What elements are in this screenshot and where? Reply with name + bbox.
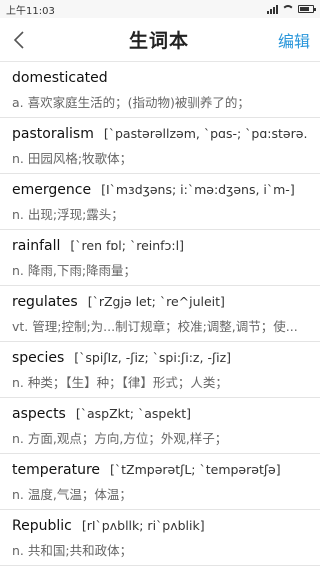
battery-icon [298,5,316,13]
word-list-item[interactable]: emergence [I`mɜdʒəns; i:`mə:dʒəns, i`m-] n… [0,174,320,230]
word-list-item[interactable]: aspects [`aspZkt; `aspekt] n. 方面,观点；方向,方位；… [0,398,320,454]
word-line: pastoralism [`pastərəllzəm, `pɑs-; `pɑ:st… [12,126,308,142]
status-time: 上午11:03 [6,5,55,17]
word-text: emergence [12,182,92,198]
word-definition: n. 出现;浮现;露头； [12,207,124,222]
chevron-left-icon [13,30,24,49]
word-text: domesticated [12,70,108,86]
word-phonetic: [`rZgjə let; `re^juleit] [87,294,225,309]
word-phonetic: [`aspZkt; `aspekt] [75,406,192,421]
word-text: pastoralism [12,126,94,142]
wifi-icon [283,5,293,13]
word-phonetic: [`ren fɒl; `reinfɔ:l] [70,238,184,253]
word-definition: n. 种类；【生】种；【律】形式；人类； [12,375,228,390]
word-definition: n. 田园风格;牧歌体； [12,151,133,166]
word-text: Republic [12,518,72,534]
word-list-item[interactable]: domesticated a. 喜欢家庭生活的；(指动物)被驯养了的； [0,62,320,118]
word-line: temperature [`tZmpərətʃL; `tempərətʃə] [12,462,308,478]
word-line: aspects [`aspZkt; `aspekt] [12,406,308,422]
word-text: regulates [12,294,78,310]
word-text: temperature [12,462,100,478]
word-phonetic: [`tZmpərətʃL; `tempərətʃə] [110,462,281,477]
word-definition: vt. 管理;控制;为...制订规章；校准;调整,调节；使... [12,319,298,334]
word-list-item[interactable]: regulates [`rZgjə let; `re^juleit] vt. 管理;… [0,286,320,342]
edit-button[interactable]: 编辑 [278,28,310,52]
word-phonetic: [`spiʃIz, -ʃiz; `spi:ʃi:z, -ʃiz] [74,350,232,365]
signal-icon [267,4,278,14]
word-phonetic: [rI`pʌbllk; ri`pʌblik] [81,518,205,533]
word-list-item[interactable]: rainfall [`ren fɒl; `reinfɔ:l] n. 降雨,下雨;降雨… [0,230,320,286]
word-list-item[interactable]: pastoralism [`pastərəllzəm, `pɑs-; `pɑ:st… [0,118,320,174]
word-text: aspects [12,406,66,422]
word-phonetic: [`pastərəllzəm, `pɑs-; `pɑ:stərə. [103,126,308,141]
status-bar: 上午11:03 [0,0,320,18]
top-bar: 生词本 编辑 [0,18,320,62]
status-icons [267,4,316,14]
page-title: 生词本 [128,30,189,52]
word-line: Republic [rI`pʌbllk; ri`pʌblik] [12,518,308,534]
word-line: emergence [I`mɜdʒəns; i:`mə:dʒəns, i`m-] [12,182,308,198]
word-definition: n. 温度,气温；体温； [12,487,132,502]
word-line: species [`spiʃIz, -ʃiz; `spi:ʃi:z, -ʃiz] [12,350,308,366]
word-list-item[interactable]: species [`spiʃIz, -ʃiz; `spi:ʃi:z, -ʃiz] n… [0,342,320,398]
word-text: species [12,350,65,366]
word-definition: n. 方面,观点；方向,方位；外观,样子； [12,431,228,446]
word-phonetic: [I`mɜdʒəns; i:`mə:dʒəns, i`m-] [101,182,295,197]
word-list: domesticated a. 喜欢家庭生活的；(指动物)被驯养了的； pastor… [0,62,320,566]
back-button[interactable] [12,26,40,54]
word-line: domesticated [12,70,308,86]
word-definition: a. 喜欢家庭生活的；(指动物)被驯养了的； [12,95,250,110]
word-text: rainfall [12,238,61,254]
word-definition: n. 共和国;共和政体； [12,543,133,558]
word-line: regulates [`rZgjə let; `re^juleit] [12,294,308,310]
word-definition: n. 降雨,下雨;降雨量； [12,263,137,278]
word-line: rainfall [`ren fɒl; `reinfɔ:l] [12,238,308,254]
word-list-item[interactable]: temperature [`tZmpərətʃL; `tempərətʃə] n. … [0,454,320,510]
word-list-item[interactable]: Republic [rI`pʌbllk; ri`pʌblik] n. 共和国;共和政… [0,510,320,566]
